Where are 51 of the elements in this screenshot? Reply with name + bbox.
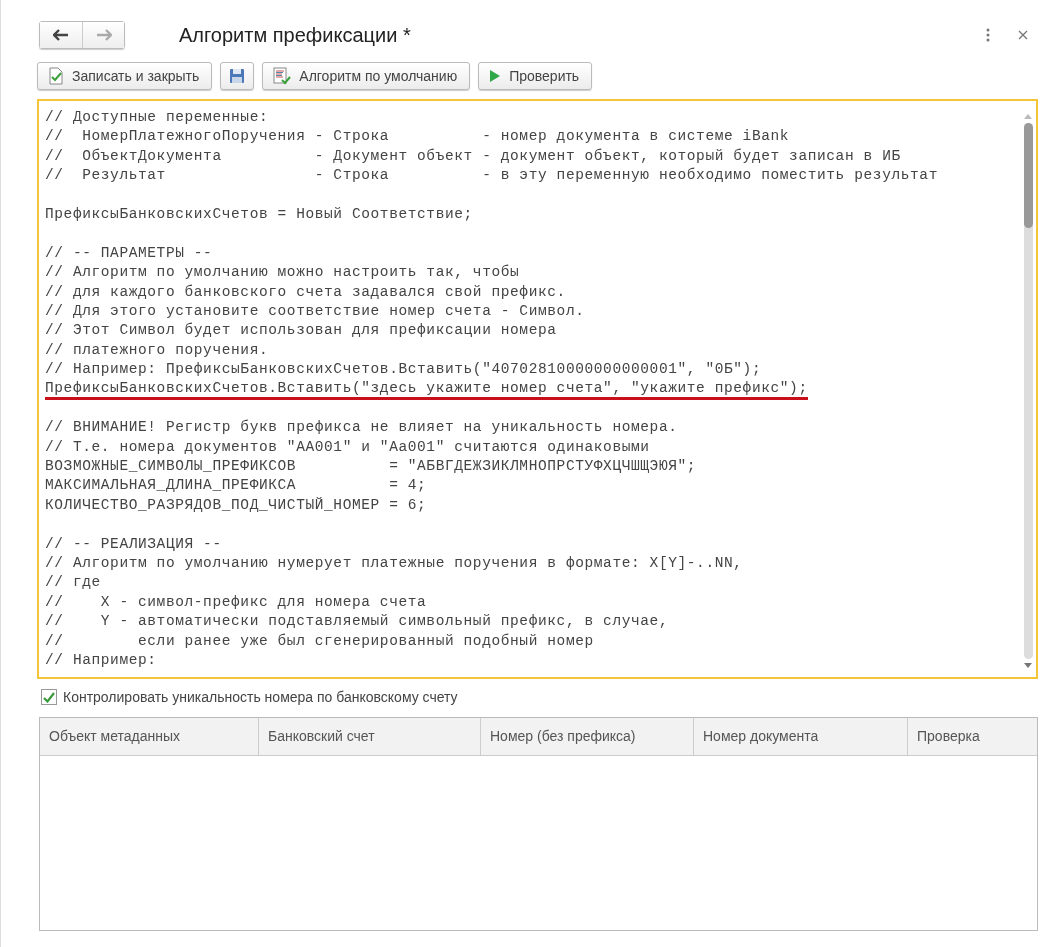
code-line: // платежного поручения.	[45, 340, 269, 360]
document-check-icon	[48, 67, 64, 85]
close-icon[interactable]	[1018, 30, 1028, 40]
code-line: // X - символ-префикс для номера счета	[45, 592, 427, 612]
window-title: Алгоритм префиксации *	[179, 23, 411, 47]
code-line: // Алгоритм по умолчанию нумерует платежные поручения в формате: X[Y]-..NN,	[45, 554, 743, 573]
right-arrow-icon	[95, 29, 112, 41]
back-button[interactable]	[40, 22, 82, 48]
scroll-down-icon	[1024, 663, 1032, 669]
code-line: КОЛИЧЕСТВО_РАЗРЯДОВ_ПОД_ЧИСТЫЙ_НОМЕР = 6;	[45, 495, 427, 515]
checkbox-label: Контролировать уникальность номера по банковскому счету	[63, 689, 458, 705]
code-editor[interactable]	[37, 99, 1038, 679]
column-header[interactable]: Объект метаданных	[40, 718, 259, 755]
code-line: // если ранее уже был сгенерированный подобный номер	[45, 631, 594, 651]
code-line: // ОбъектДокумента - Документ объект - документ объект, который будет записан в ИБ	[45, 146, 901, 166]
toolbar-button[interactable]: Проверить	[478, 62, 593, 90]
code-line: // Т.е. номера документов "АА001" и "Аа001" считаются одинаковыми	[45, 437, 650, 457]
column-header[interactable]: Номер (без префикса)	[481, 718, 694, 755]
play-icon	[489, 69, 502, 83]
left-arrow-icon	[53, 29, 69, 41]
code-line: ПрефиксыБанковскихСчетов.Вставить("здесь укажите номер счета", "укажите префикс");	[45, 380, 808, 401]
code-line: // -- ПАРАМЕТРЫ --	[45, 243, 213, 263]
code-line: // Доступные переменные:	[45, 108, 269, 127]
scroll-up-icon	[1024, 113, 1032, 119]
code-line: // Алгоритм по умолчанию можно настроить так, чтобы	[45, 263, 520, 283]
save-icon	[229, 68, 246, 84]
toolbar-button[interactable]: Алгоритм по умолчанию	[262, 62, 471, 90]
code-line: // где	[45, 573, 101, 593]
code-line: ВОЗМОЖНЫЕ_СИМВОЛЫ_ПРЕФИКСОВ = "АБВГДЕЖЗИКЛМНОПРСТУФХЦЧШЩЭЮЯ";	[45, 457, 697, 477]
code-line: // Результат - Строка - в эту переменную необходимо поместить результат	[45, 166, 938, 186]
code-line: ПрефиксыБанковскихСчетов = Новый Соответствие;	[45, 204, 473, 224]
code-line: // Y - автоматически подставляемый символьный префикс, в случае,	[45, 612, 669, 632]
save-button[interactable]	[220, 62, 255, 90]
code-line: // Для этого установите соответствие номер счета - Символ.	[45, 301, 585, 321]
checkmark-icon	[43, 691, 55, 703]
code-line: // ВНИМАНИЕ! Регистр букв префикса не влияет на уникальность номера.	[45, 418, 678, 438]
code-line: МАКСИМАЛЬНАЯ_ДЛИНА_ПРЕФИКСА = 4;	[45, 476, 427, 496]
column-header[interactable]: Номер документа	[694, 718, 908, 755]
column-header[interactable]: Банковский счет	[259, 718, 481, 755]
code-line: // НомерПлатежногоПоручения - Строка - номер документа в системе iBank	[45, 127, 790, 147]
document-list-check-icon	[273, 67, 292, 85]
code-line: // для каждого банковского счета задавался свой префикс.	[45, 282, 566, 302]
code-line: // Например:	[45, 650, 157, 670]
more-icon[interactable]	[986, 28, 990, 42]
code-line: // -- РЕАЛИЗАЦИЯ --	[45, 534, 222, 554]
code-line: // Этот Символ будет использован для префиксации номера	[45, 321, 557, 341]
code-line: // Например: ПрефиксыБанковскихСчетов.Вставить("40702810000000000001", "0Б");	[45, 360, 762, 380]
checkbox[interactable]	[41, 689, 57, 705]
scrollbar-thumb[interactable]	[1023, 123, 1033, 228]
toolbar-button[interactable]: Записать и закрыть	[37, 62, 213, 90]
column-header[interactable]: Проверка	[908, 718, 1037, 755]
